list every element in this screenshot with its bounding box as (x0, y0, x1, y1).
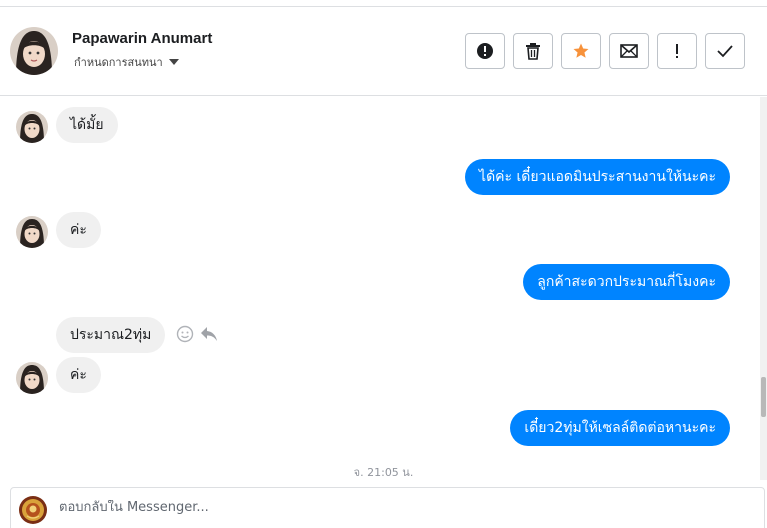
message-tools (176, 325, 218, 343)
page-avatar (19, 496, 47, 524)
message-bubble-incoming[interactable]: ประมาณ2ทุ่ม (56, 317, 166, 353)
check-icon (717, 45, 733, 58)
contact-avatar-small[interactable] (16, 111, 48, 143)
top-divider (0, 0, 767, 7)
message-bubble-outgoing[interactable]: ลูกค้าสะดวกประมาณกี่โมงคะ (523, 264, 730, 300)
delete-button[interactable] (513, 33, 553, 69)
contact-name[interactable]: Papawarin Anumart (72, 30, 212, 47)
star-icon (573, 43, 589, 58)
contact-avatar-small[interactable] (16, 362, 48, 394)
scrollbar-thumb[interactable] (761, 377, 766, 417)
message-bubble-incoming[interactable]: ค่ะ (56, 357, 101, 393)
mark-spam-button[interactable] (465, 33, 505, 69)
message-bubble-outgoing[interactable]: เดี๋ยว2ทุ่มให้เซลล์ติดต่อหานะคะ (510, 410, 730, 446)
conversation-schedule-label: กำหนดการสนทนา (74, 56, 163, 69)
conversation-actions (465, 33, 745, 69)
contact-avatar[interactable] (10, 27, 58, 75)
trash-icon (526, 43, 540, 60)
reply-composer (10, 487, 765, 528)
mark-done-button[interactable] (705, 33, 745, 69)
alert-circle-icon (477, 43, 493, 59)
star-button[interactable] (561, 33, 601, 69)
follow-up-button[interactable] (657, 33, 697, 69)
message-timestamp: จ. 21:05 น. (353, 466, 414, 479)
contact-avatar-small[interactable] (16, 216, 48, 248)
thread-scrollbar[interactable] (760, 97, 767, 480)
message-thread[interactable]: ได้มั้ย ได้ค่ะ เดี๋ยวแอดมินประสานงานให้น… (0, 97, 760, 480)
message-bubble-incoming[interactable]: ค่ะ (56, 212, 101, 248)
exclamation-icon (676, 44, 678, 58)
reply-icon[interactable] (200, 326, 218, 342)
emoji-react-icon[interactable] (176, 325, 194, 343)
envelope-icon (620, 44, 638, 58)
conversation-schedule-dropdown[interactable]: กำหนดการสนทนา (74, 53, 179, 71)
message-bubble-outgoing[interactable]: ได้ค่ะ เดี๋ยวแอดมินประสานงานให้นะคะ (465, 159, 730, 195)
reply-input[interactable] (59, 500, 659, 515)
caret-down-icon (168, 59, 179, 65)
message-bubble-incoming[interactable]: ได้มั้ย (56, 107, 118, 143)
mark-unread-button[interactable] (609, 33, 649, 69)
conversation-header: Papawarin Anumart กำหนดการสนทนา (0, 8, 767, 96)
